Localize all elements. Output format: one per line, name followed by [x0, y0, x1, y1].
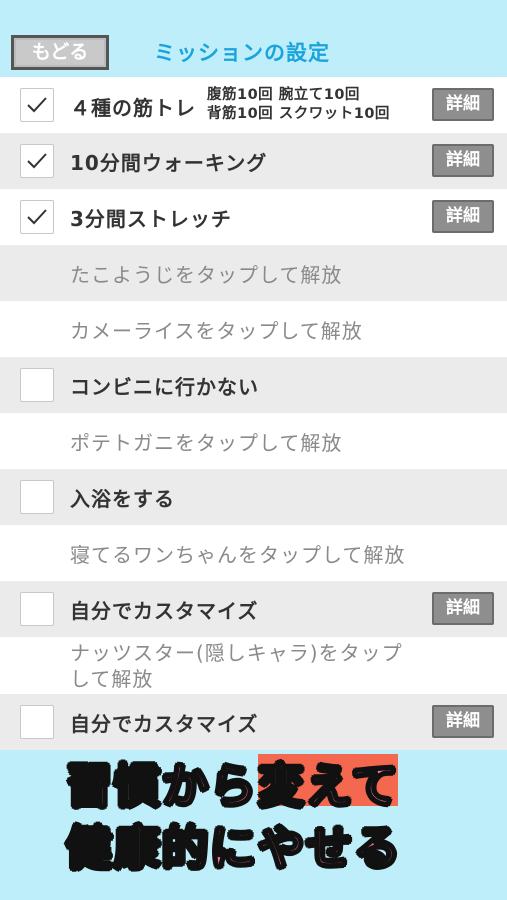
mission-sub-line: 腹筋10回 腕立て10回 [207, 87, 360, 103]
mission-label: コンビニに行かない [70, 375, 259, 399]
mission-label: ４種の筋トレ [70, 96, 196, 120]
locked-mission-row: ポテトガニをタップして解放 [0, 413, 507, 469]
mission-checkbox[interactable] [20, 144, 54, 178]
mission-checkbox[interactable] [20, 88, 54, 122]
check-icon [27, 153, 47, 169]
unlock-hint: ナッツスター(隠しキャラ)をタップして解放 [70, 641, 403, 691]
mission-checkbox[interactable] [20, 480, 54, 514]
mission-row: 入浴をする [0, 469, 507, 525]
check-icon [27, 97, 47, 113]
detail-button[interactable]: 詳細 [432, 200, 494, 233]
mission-row: コンビニに行かない [0, 357, 507, 413]
page-title: ミッションの設定 [154, 41, 330, 65]
locked-mission-row: たこようじをタップして解放 [0, 245, 507, 301]
detail-button[interactable]: 詳細 [432, 705, 494, 738]
detail-button[interactable]: 詳細 [432, 592, 494, 625]
locked-mission-row: 寝てるワンちゃんをタップして解放 [0, 525, 507, 581]
unlock-hint: 寝てるワンちゃんをタップして解放 [70, 543, 406, 567]
locked-mission-row: カメーライスをタップして解放 [0, 301, 507, 357]
caption-line-2: 健康的にやせる [65, 820, 402, 876]
mission-checkbox[interactable] [20, 592, 54, 626]
detail-button[interactable]: 詳細 [432, 88, 494, 121]
back-button[interactable]: もどる [11, 35, 109, 70]
mission-checkbox[interactable] [20, 200, 54, 234]
caption-line-1: 習慣から変えて [65, 758, 400, 814]
detail-button[interactable]: 詳細 [432, 144, 494, 177]
unlock-hint: カメーライスをタップして解放 [70, 319, 363, 343]
mission-row: 自分でカスタマイズ 詳細 [0, 694, 507, 750]
mission-label: 3分間ストレッチ [70, 207, 232, 231]
mission-label: 自分でカスタマイズ [70, 712, 259, 736]
check-icon [27, 209, 47, 225]
mission-sub-line: 背筋10回 スクワット10回 [207, 106, 390, 122]
unlock-hint: たこようじをタップして解放 [70, 263, 343, 287]
mission-row: 3分間ストレッチ 詳細 [0, 189, 507, 245]
mission-checkbox[interactable] [20, 705, 54, 739]
locked-mission-row: ナッツスター(隠しキャラ)をタップして解放 [0, 637, 507, 694]
mission-row: ４種の筋トレ 腹筋10回 腕立て10回 背筋10回 スクワット10回 詳細 [0, 77, 507, 133]
mission-label: 10分間ウォーキング [70, 151, 268, 175]
mission-row: 10分間ウォーキング 詳細 [0, 133, 507, 189]
header: もどる ミッションの設定 [0, 0, 507, 77]
mission-checkbox[interactable] [20, 368, 54, 402]
mission-list: ４種の筋トレ 腹筋10回 腕立て10回 背筋10回 スクワット10回 詳細 10… [0, 77, 507, 750]
unlock-hint: ポテトガニをタップして解放 [70, 431, 343, 455]
mission-label: 自分でカスタマイズ [70, 599, 259, 623]
mission-label: 入浴をする [70, 487, 175, 511]
mission-row: 自分でカスタマイズ 詳細 [0, 581, 507, 637]
